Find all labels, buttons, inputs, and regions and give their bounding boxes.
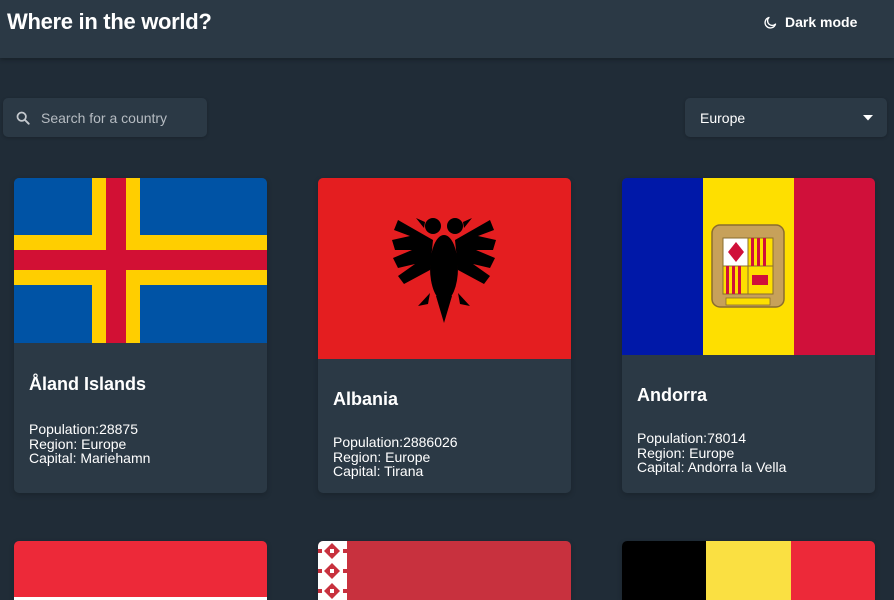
austria-flag	[14, 541, 267, 600]
population-line: Population:78014	[637, 431, 860, 446]
region-filter-select[interactable]: Europe	[685, 98, 887, 137]
andorra-flag	[622, 178, 875, 355]
capital-value: Tirana	[384, 463, 424, 479]
population-line: Population:2886026	[333, 435, 556, 450]
dark-mode-label: Dark mode	[785, 14, 858, 30]
app-title: Where in the world?	[7, 9, 212, 34]
country-card[interactable]: Albania Population:2886026 Region: Europ…	[318, 178, 571, 493]
search-input[interactable]	[39, 108, 193, 127]
country-name: Åland Islands	[29, 374, 147, 394]
country-stats: Population:78014 Region: Europe Capital:…	[637, 431, 860, 475]
capital-line: Capital: Tirana	[333, 464, 556, 479]
country-stats: Population:2886026 Region: Europe Capita…	[333, 435, 556, 479]
moon-icon	[763, 15, 778, 30]
dark-mode-toggle[interactable]: Dark mode	[763, 12, 857, 32]
country-stats: Population:28875 Region: Europe Capital:…	[29, 422, 252, 466]
country-card[interactable]	[318, 541, 571, 600]
belarus-flag	[318, 541, 571, 600]
capital-value: Mariehamn	[80, 450, 151, 466]
capital-line: Capital: Mariehamn	[29, 451, 252, 466]
albania-flag	[318, 178, 571, 359]
search-icon	[16, 111, 30, 125]
caret-down-icon	[863, 114, 873, 121]
country-card[interactable]	[14, 541, 267, 600]
country-card[interactable]	[622, 541, 875, 600]
country-name: Albania	[333, 389, 399, 409]
belgium-flag	[622, 541, 875, 600]
capital-label: Capital:	[333, 463, 385, 479]
capital-label: Capital:	[637, 459, 688, 475]
capital-line: Capital: Andorra la Vella	[637, 460, 860, 475]
capital-value: Andorra la Vella	[687, 459, 787, 475]
search-box[interactable]	[3, 98, 207, 137]
aland-islands-flag	[14, 178, 267, 343]
region-line: Region: Europe	[29, 436, 252, 452]
population-line: Population:28875	[29, 422, 252, 437]
region-line: Region: Europe	[333, 449, 556, 465]
capital-label: Capital:	[29, 450, 81, 466]
country-card[interactable]: Åland Islands Population:28875 Region: E…	[14, 178, 267, 493]
app-header: Where in the world? Dark mode	[0, 0, 894, 58]
region-line: Region: Europe	[637, 445, 860, 461]
coat-of-arms-icon	[711, 224, 785, 308]
country-name: Andorra	[637, 385, 708, 405]
country-card[interactable]: Andorra Population:78014 Region: Europe …	[622, 178, 875, 493]
region-filter-value: Europe	[700, 109, 746, 126]
